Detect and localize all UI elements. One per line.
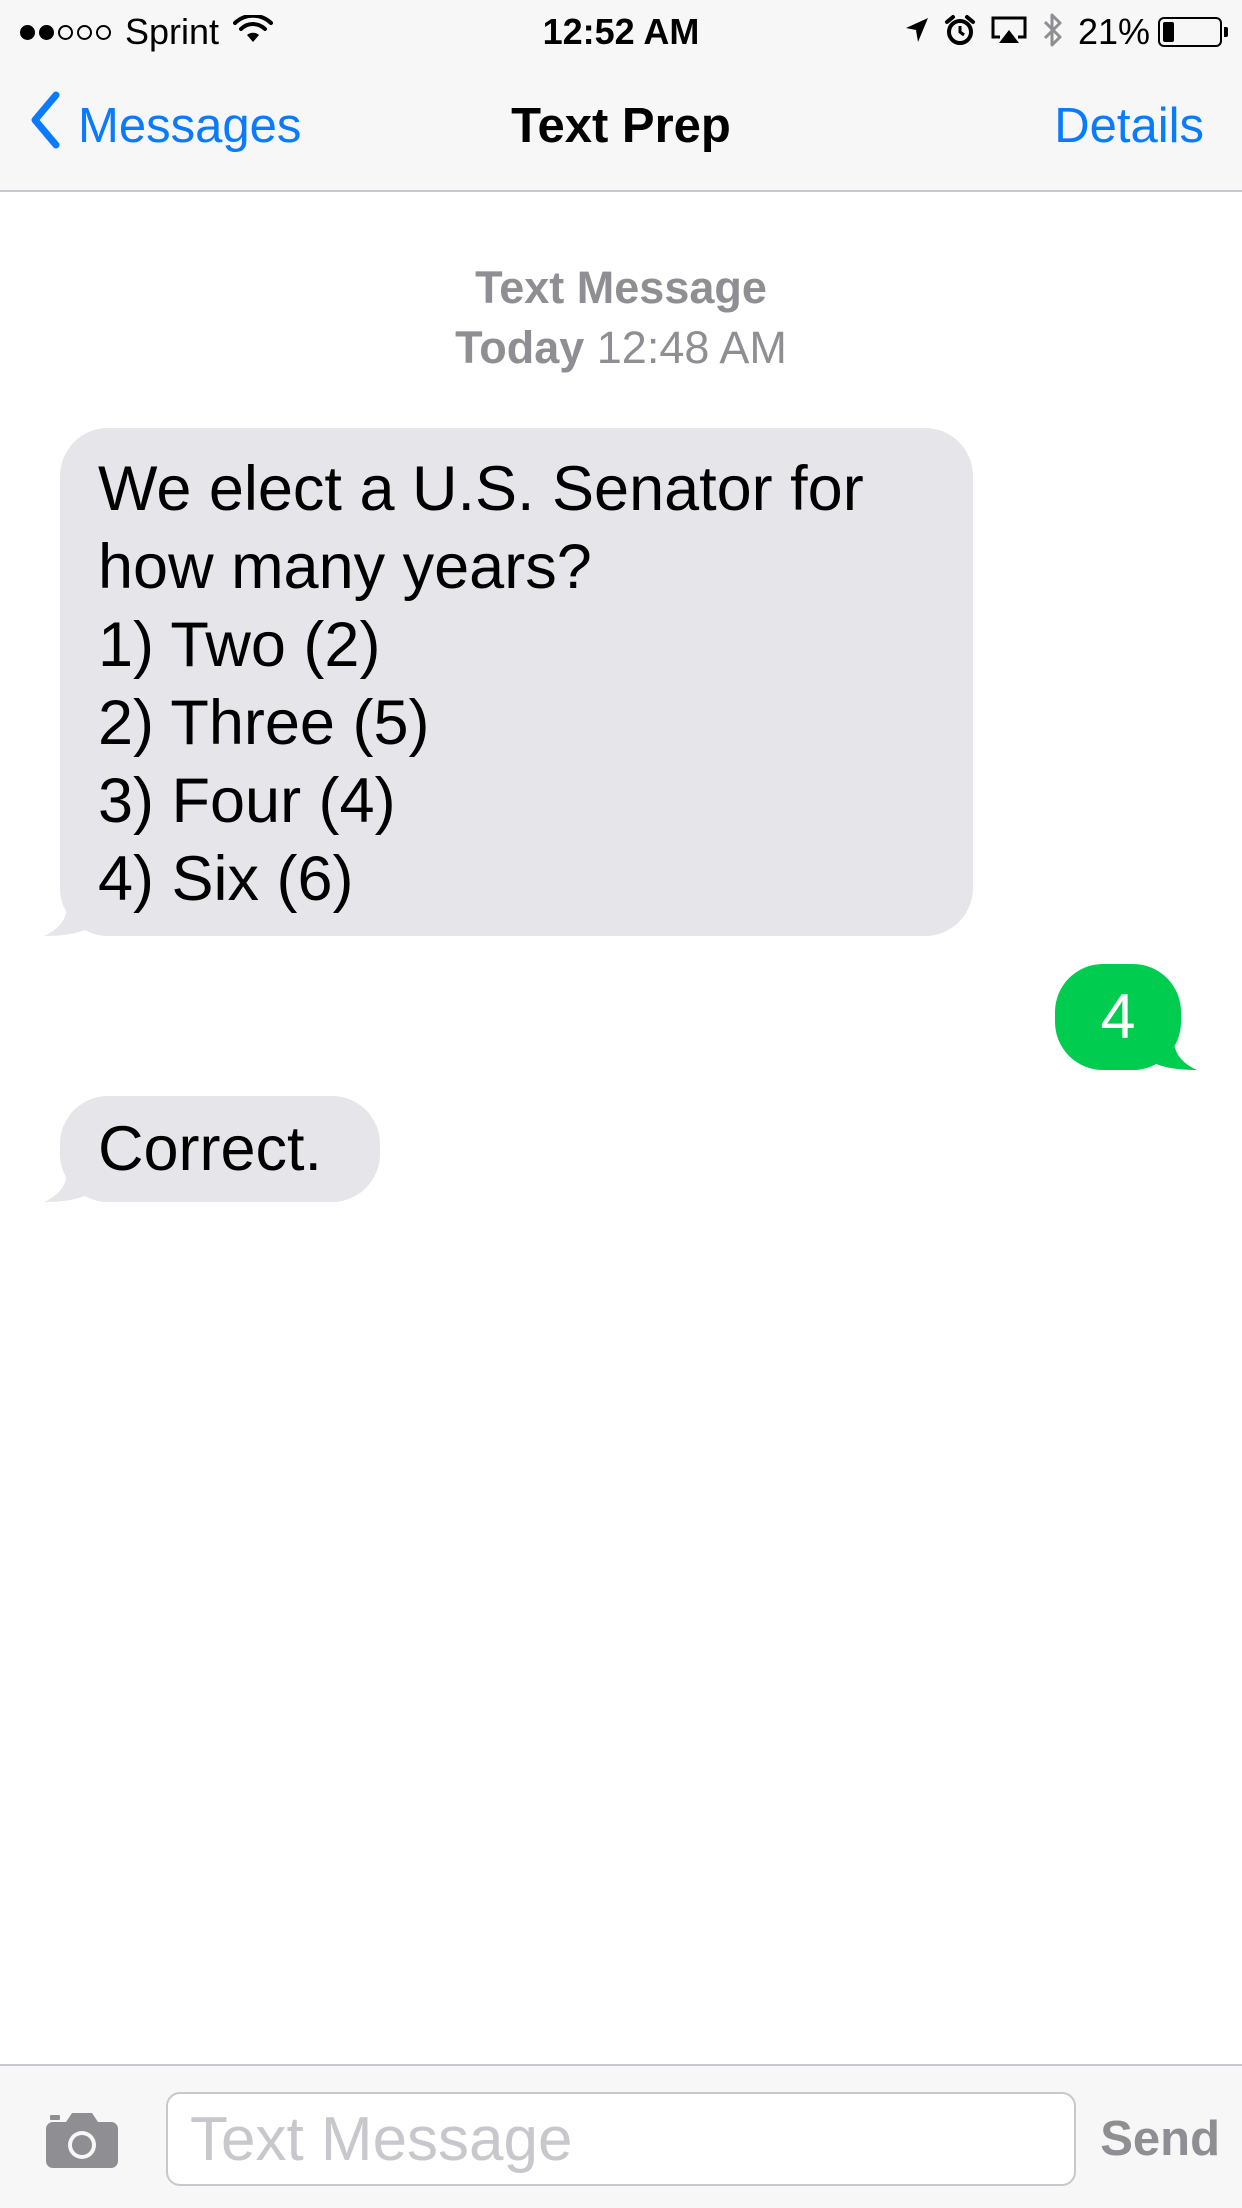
- message-line: 3) Four (4): [98, 766, 396, 836]
- message-line: 2) Three (5): [98, 688, 430, 758]
- incoming-message-bubble[interactable]: Correct.: [44, 1096, 380, 1202]
- camera-icon: [46, 2113, 118, 2168]
- conversation-day: Today: [455, 322, 585, 373]
- message-line: how many years?: [98, 532, 592, 602]
- message-text: 4: [1100, 982, 1136, 1052]
- battery-level-fill: [1163, 22, 1174, 42]
- compose-bar: Send: [0, 2064, 1242, 2208]
- battery-cap: [1224, 27, 1228, 37]
- location-icon: [904, 16, 930, 49]
- bubble-tail: [1139, 1034, 1197, 1070]
- bubble-tail: [44, 900, 102, 936]
- incoming-message-bubble[interactable]: We elect a U.S. Senator for how many yea…: [44, 428, 973, 936]
- battery-icon: [1158, 17, 1228, 47]
- bluetooth-icon: [1042, 12, 1064, 53]
- airplay-icon: [990, 15, 1028, 50]
- outgoing-message-bubble[interactable]: 4: [1055, 964, 1197, 1070]
- message-input[interactable]: [166, 2092, 1076, 2186]
- message-line: 4) Six (6): [98, 844, 354, 914]
- conversation-header: Text Message Today 12:48 AM: [0, 258, 1242, 378]
- alarm-icon: [944, 14, 976, 51]
- send-button[interactable]: Send: [1100, 2106, 1220, 2172]
- top-bar: Sprint 12:52 AM 21% Messages Text Prep D…: [0, 0, 1242, 192]
- conversation-time: 12:48 AM: [596, 322, 787, 373]
- status-bar-right: 21%: [890, 10, 1228, 54]
- service-label: Text Message: [475, 262, 767, 313]
- message-line: 1) Two (2): [98, 610, 381, 680]
- message-line: We elect a U.S. Senator for: [98, 454, 864, 524]
- message-text: Correct.: [98, 1114, 323, 1184]
- battery-percent: 21%: [1077, 11, 1150, 52]
- details-button[interactable]: Details: [1054, 96, 1204, 156]
- bubble-tail: [44, 1166, 102, 1202]
- camera-button[interactable]: [44, 2110, 120, 2170]
